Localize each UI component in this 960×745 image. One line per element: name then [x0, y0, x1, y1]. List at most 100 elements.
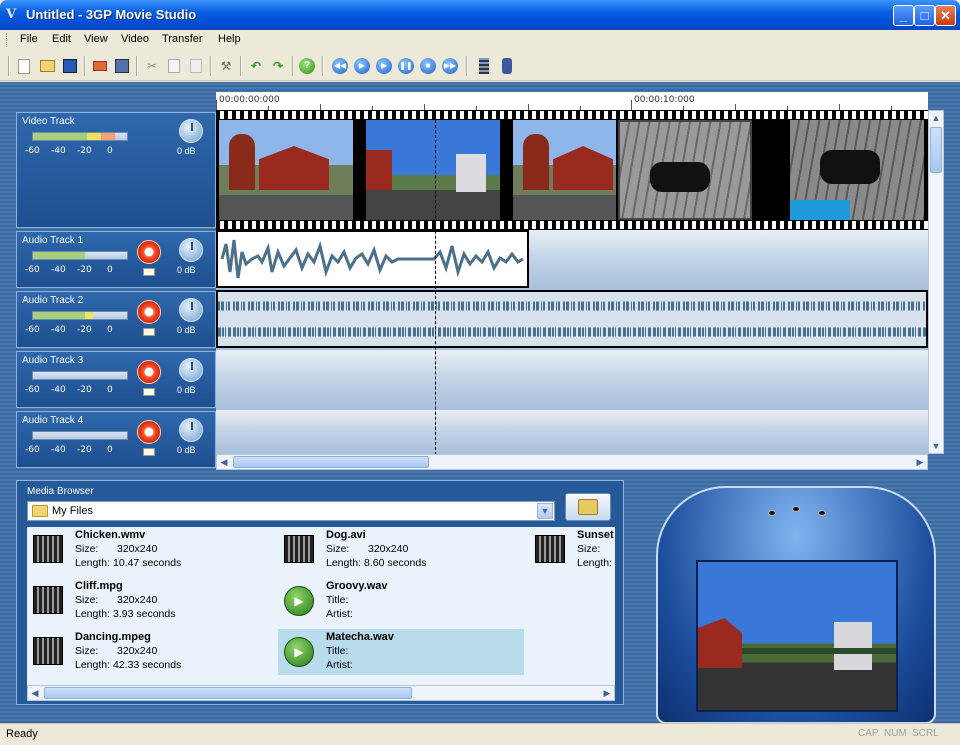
mute-toggle[interactable] [143, 268, 155, 276]
audio-clip[interactable] [216, 230, 529, 288]
film-icon [535, 535, 565, 563]
track-panel-audio-2[interactable]: Audio Track 2 -60 -40 -20 0 0 dB [16, 291, 216, 348]
save-icon[interactable] [60, 56, 80, 76]
file-item-sunset[interactable]: Sunset Size: Length: [529, 527, 615, 573]
volume-knob[interactable] [179, 238, 203, 262]
file-item-cliff[interactable]: Cliff.mpg Size: 320x240 Length: 3.93 sec… [27, 578, 273, 624]
video-clip-frame[interactable] [618, 120, 752, 220]
phone-preview [656, 486, 936, 724]
timeline-vertical-scrollbar[interactable]: ▲ ▼ [928, 110, 944, 454]
folder-select[interactable]: My Files ▼ [27, 501, 555, 521]
record-button[interactable] [137, 360, 161, 384]
new-icon[interactable] [14, 56, 34, 76]
folder-select-value: My Files [52, 505, 93, 517]
video-clip-frame[interactable] [219, 120, 353, 220]
audio-track-3-lane[interactable] [216, 350, 928, 410]
video-clip-frame[interactable] [790, 120, 924, 220]
browse-folder-button[interactable] [565, 493, 611, 521]
mute-toggle[interactable] [143, 448, 155, 456]
pause-icon[interactable]: ❚❚ [396, 56, 416, 76]
rewind-start-icon[interactable]: ◀◀ [330, 56, 350, 76]
audio-track-1-lane[interactable] [216, 230, 928, 290]
video-clip-frame[interactable] [513, 120, 616, 220]
export-icon[interactable] [112, 56, 132, 76]
record-button[interactable] [137, 300, 161, 324]
scroll-up-icon[interactable]: ▲ [929, 111, 943, 125]
mute-toggle[interactable] [143, 388, 155, 396]
ruler-label-start: 00:00:00:000 [219, 95, 280, 105]
chevron-down-icon[interactable]: ▼ [537, 503, 553, 519]
file-item-groovy[interactable]: ▶ Groovy.wav Title: Artist: [278, 578, 524, 624]
close-button[interactable]: ✕ [935, 5, 956, 26]
record-button[interactable] [137, 420, 161, 444]
title-bar: V Untitled - 3GP Movie Studio _ □ ✕ [0, 0, 960, 30]
minimize-button[interactable]: _ [893, 5, 914, 26]
file-item-chicken[interactable]: Chicken.wmv Size: 320x240 Length: 10.47 … [27, 527, 273, 573]
playhead[interactable] [435, 110, 436, 470]
forward-end-icon[interactable]: ▶▶ [440, 56, 460, 76]
play-selection-icon[interactable]: ▶ [374, 56, 394, 76]
scroll-left-icon[interactable]: ◀ [217, 455, 231, 469]
volume-knob[interactable] [179, 418, 203, 442]
menu-grip [6, 33, 9, 47]
copy-icon[interactable] [164, 56, 184, 76]
phone-icon[interactable] [497, 56, 517, 76]
file-item-dancing[interactable]: Dancing.mpeg Size: 320x240 Length: 42.33… [27, 629, 273, 675]
status-bar: Ready CAP NUM SCRL [0, 723, 960, 745]
properties-icon[interactable]: ⚒ [216, 56, 236, 76]
track-panel-audio-3[interactable]: Audio Track 3 -60 -40 -20 0 0 dB [16, 351, 216, 408]
stop-icon[interactable]: ■ [418, 56, 438, 76]
audio-track-4-lane[interactable] [216, 410, 928, 454]
audio-track-2-lane[interactable] [216, 290, 928, 350]
level-meter [32, 132, 128, 141]
redo-icon[interactable]: ↷ [268, 56, 288, 76]
scroll-down-icon[interactable]: ▼ [929, 439, 943, 453]
track-panel-audio-4[interactable]: Audio Track 4 -60 -40 -20 0 0 dB [16, 411, 216, 468]
cut-icon[interactable]: ✂ [142, 56, 162, 76]
scroll-left-icon[interactable]: ◀ [28, 686, 42, 700]
timeline-ruler[interactable]: 00:00:00:000 00:00:10:000 [216, 92, 928, 110]
mute-toggle[interactable] [143, 328, 155, 336]
menu-help[interactable]: Help [218, 33, 241, 45]
menu-transfer[interactable]: Transfer [162, 33, 203, 45]
maximize-button[interactable]: □ [914, 5, 935, 26]
scroll-right-icon[interactable]: ▶ [913, 455, 927, 469]
track-panel-video[interactable]: Video Track -60 -40 -20 0 0 dB [16, 112, 216, 228]
menu-view[interactable]: View [84, 33, 108, 45]
undo-icon[interactable]: ↶ [246, 56, 266, 76]
scroll-thumb[interactable] [44, 687, 412, 699]
timeline-horizontal-scrollbar[interactable]: ◀ ▶ [216, 454, 928, 470]
folder-open-icon [578, 499, 598, 515]
file-item-matecha[interactable]: ▶ Matecha.wav Title: Artist: [278, 629, 524, 675]
play-icon[interactable]: ▶ [352, 56, 372, 76]
video-track-lane[interactable] [216, 110, 928, 230]
volume-knob[interactable] [179, 358, 203, 382]
preview-screen[interactable] [696, 560, 898, 712]
import-icon[interactable] [90, 56, 110, 76]
track-panel-audio-1[interactable]: Audio Track 1 -60 -40 -20 0 0 dB [16, 231, 216, 288]
menu-edit[interactable]: Edit [52, 33, 71, 45]
video-clip-frame[interactable] [366, 120, 500, 220]
menu-video[interactable]: Video [121, 33, 149, 45]
scroll-right-icon[interactable]: ▶ [600, 686, 614, 700]
volume-knob[interactable] [179, 119, 203, 143]
cap-indicator: CAP [858, 728, 879, 739]
clip-icon[interactable] [474, 56, 494, 76]
help-icon[interactable]: ? [297, 56, 317, 76]
window-title: Untitled - 3GP Movie Studio [26, 7, 197, 22]
media-browser-scrollbar[interactable]: ◀ ▶ [27, 685, 615, 701]
volume-knob[interactable] [179, 298, 203, 322]
file-item-dog[interactable]: Dog.avi Size: 320x240 Length: 8.60 secon… [278, 527, 524, 573]
media-file-list: Chicken.wmv Size: 320x240 Length: 10.47 … [27, 527, 615, 685]
menu-file[interactable]: File [20, 33, 38, 45]
audio-clip[interactable] [216, 290, 928, 348]
scroll-thumb[interactable] [233, 456, 429, 468]
scroll-thumb[interactable] [930, 127, 942, 173]
paste-icon[interactable] [186, 56, 206, 76]
scrl-indicator: SCRL [912, 728, 939, 739]
open-icon[interactable] [37, 56, 57, 76]
film-icon [33, 586, 63, 614]
film-icon [284, 535, 314, 563]
level-meter [32, 311, 128, 320]
record-button[interactable] [137, 240, 161, 264]
